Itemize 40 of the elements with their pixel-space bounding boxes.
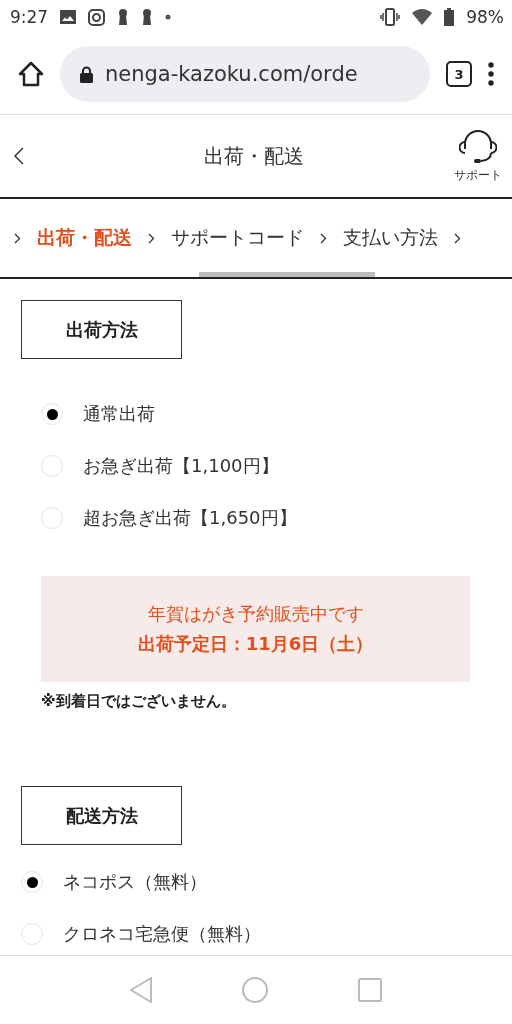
note-text: ※到着日ではございません。 — [41, 692, 237, 711]
battery-percent: 98% — [466, 7, 504, 27]
more-icon[interactable] — [488, 62, 494, 86]
ship-date-text: 出荷予定日：11月6日（土） — [137, 632, 374, 656]
recents-icon[interactable] — [358, 978, 382, 1002]
support-button[interactable]: サポート — [454, 128, 502, 184]
url-text: nenga-kazoku.com/orde — [105, 62, 358, 86]
image-icon — [60, 10, 77, 24]
section-heading: 配送方法 — [21, 786, 182, 845]
back-nav-icon[interactable] — [130, 977, 152, 1003]
keyhole-icon — [117, 8, 130, 26]
vibrate-icon — [380, 8, 401, 26]
chevron-icon — [320, 232, 327, 244]
option-label: 通常出荷 — [83, 402, 155, 426]
home-nav-icon[interactable] — [242, 977, 268, 1003]
notice-text: 年賀はがき予約販売中です — [147, 602, 364, 626]
page-title: 出荷・配送 — [203, 142, 305, 170]
dot-icon — [165, 14, 172, 20]
chevron-icon — [454, 232, 461, 244]
lock-icon — [80, 65, 93, 83]
tab-count-button[interactable]: 3 — [446, 61, 472, 87]
chevron-icon — [148, 232, 155, 244]
option-label: クロネコ宅急便（無料） — [63, 922, 261, 946]
keyhole-icon — [141, 8, 154, 26]
option-label: お急ぎ出荷【1,100円】 — [83, 454, 279, 478]
step-tab[interactable]: サポートコード — [167, 225, 308, 251]
headset-icon — [459, 128, 497, 163]
home-icon[interactable] — [18, 61, 44, 87]
battery-icon — [444, 8, 455, 26]
option-label: ネコポス（無料） — [63, 870, 207, 894]
step-tab[interactable]: 出荷・配送 — [33, 225, 136, 251]
step-tab[interactable]: 支払い方法 — [339, 225, 442, 251]
section-heading: 出荷方法 — [21, 300, 182, 359]
chevron-icon — [14, 232, 21, 244]
back-icon[interactable] — [14, 147, 24, 165]
camera-icon — [88, 8, 106, 26]
option-label: 超お急ぎ出荷【1,650円】 — [83, 506, 297, 530]
wifi-icon — [412, 9, 433, 25]
status-time: 9:27 — [10, 7, 49, 27]
url-bar[interactable]: nenga-kazoku.com/orde — [60, 46, 430, 102]
